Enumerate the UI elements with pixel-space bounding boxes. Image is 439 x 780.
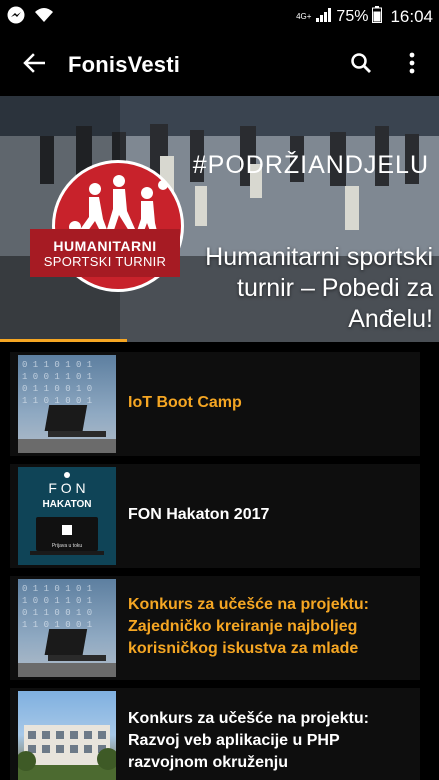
search-icon	[350, 52, 372, 79]
hero-title: Humanitarni sportski turnir – Pobedi za …	[205, 243, 433, 333]
hakaton-fon-text: F O N	[48, 480, 85, 496]
clock: 16:04	[390, 7, 433, 26]
news-card[interactable]: Konkurs za učešće na projektu: Razvoj ve…	[10, 688, 420, 780]
svg-text:0 1 1 0 1 0 1: 0 1 1 0 1 0 1	[22, 360, 92, 370]
news-thumbnail: 0 1 1 0 1 0 1 1 0 0 1 1 0 1 0 1 1 0 0 1 0…	[18, 355, 116, 453]
hakaton-sub: Prijava u toku	[52, 543, 83, 549]
status-bar: 4G+ 75% 16:04	[0, 0, 439, 34]
news-title: Konkurs za učešće na projektu: Razvoj ve…	[128, 710, 369, 771]
news-card[interactable]: 0 1 1 0 1 0 1 1 0 0 1 1 0 1 0 1 1 0 0 1 0…	[10, 352, 420, 456]
news-thumbnail: F O N HAKATON Prijava u toku	[18, 467, 116, 565]
news-thumbnail	[18, 691, 116, 780]
svg-text:1 0 0 1 1 0 1: 1 0 0 1 1 0 1	[22, 596, 92, 606]
tournament-logo-banner: HUMANITARNI SPORTSKI TURNIR	[30, 229, 180, 277]
news-title: Konkurs za učešće na projektu: Zajedničk…	[128, 596, 369, 657]
svg-text:0 1 1 0 1 0 1: 0 1 1 0 1 0 1	[22, 584, 92, 594]
wifi-icon	[34, 6, 54, 29]
messenger-icon	[6, 5, 26, 30]
logo-text-line2: SPORTSKI TURNIR	[43, 253, 167, 269]
svg-text:1 1 0 1 0 0 1: 1 1 0 1 0 0 1	[22, 620, 92, 630]
hero-hashtag: #PODRŽIANDJELU	[192, 151, 429, 179]
svg-text:0 1 1 0 0 1 0: 0 1 1 0 0 1 0	[22, 608, 92, 618]
svg-text:1 0 0 1 1 0 1: 1 0 0 1 1 0 1	[22, 372, 92, 382]
more-vert-icon	[409, 52, 415, 79]
news-card[interactable]: 0 1 1 0 1 0 1 1 0 0 1 1 0 1 0 1 1 0 0 1 0…	[10, 576, 420, 680]
back-button[interactable]	[0, 34, 68, 96]
hakaton-label: HAKATON	[42, 499, 91, 510]
search-button[interactable]	[340, 44, 382, 86]
logo-text-line1: HUMANITARNI	[53, 237, 157, 254]
news-card[interactable]: F O N HAKATON Prijava u toku FON Hakaton…	[10, 464, 420, 568]
more-options-button[interactable]	[392, 44, 432, 86]
svg-text:0 1 1 0 0 1 0: 0 1 1 0 0 1 0	[22, 384, 92, 394]
signal-icon	[316, 7, 332, 27]
app-title: FonisVesti	[68, 52, 181, 77]
slider-progress-bar	[0, 339, 127, 342]
battery-percent: 75%	[336, 8, 369, 25]
svg-text:1 1 0 1 0 0 1: 1 1 0 1 0 0 1	[22, 396, 92, 406]
news-title: FON Hakaton 2017	[128, 506, 270, 523]
network-type: 4G+	[296, 12, 312, 21]
news-title: IoT Boot Camp	[128, 394, 242, 411]
news-thumbnail: 0 1 1 0 1 0 1 1 0 0 1 1 0 1 0 1 1 0 0 1 0…	[18, 579, 116, 677]
arrow-left-icon	[23, 52, 46, 78]
app-bar: FonisVesti	[0, 34, 439, 96]
battery-icon	[372, 6, 383, 28]
